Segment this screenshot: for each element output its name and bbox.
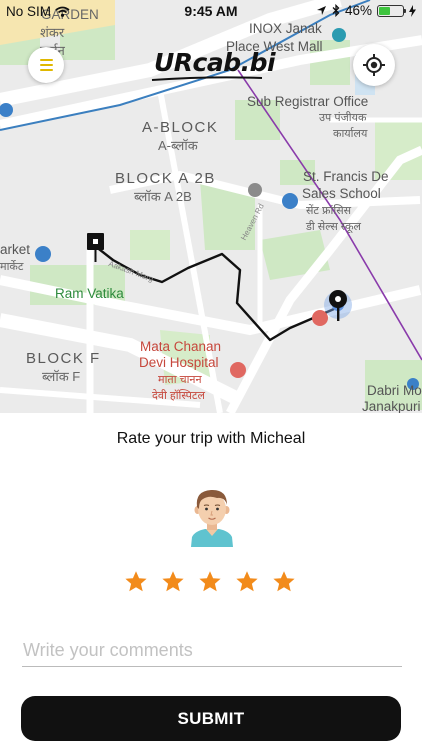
map-label-sub-registrar: Sub Registrar Office xyxy=(247,94,369,109)
menu-icon-line xyxy=(39,59,53,61)
map-label-mata-hi2: देवी हॉस्पिटल xyxy=(152,390,205,402)
map-label-st-francis-1: St. Francis De xyxy=(303,169,389,184)
rating-sheet: Rate your trip with Micheal Write your c… xyxy=(0,413,422,750)
submit-button[interactable]: SUBMIT xyxy=(21,696,401,741)
map-label-shankar-hi: शंकर xyxy=(40,25,65,40)
map-label-market: arket xyxy=(0,242,31,257)
map-label-janakpuri: Janakpuri So xyxy=(362,399,422,413)
menu-icon-line xyxy=(39,69,53,71)
crosshair-icon xyxy=(363,54,385,76)
map-label-sub-registrar-hi1: उप पंजीयक xyxy=(319,112,367,124)
map-label-block-a2b: BLOCK A 2B xyxy=(115,170,216,187)
map-label-mata-2: Devi Hospital xyxy=(139,355,219,370)
location-arrow-icon xyxy=(316,6,326,15)
driver-avatar-icon xyxy=(191,489,233,547)
trip-map[interactable]: GARDEN शंकर गार्डन INOX Janak Place West… xyxy=(0,0,422,413)
map-label-block-f: BLOCK F xyxy=(26,350,101,367)
map-label-st-francis-2: Sales School xyxy=(302,186,381,201)
map-label-ram-vatika: Ram Vatika xyxy=(55,286,124,301)
rating-title: Rate your trip with Micheal xyxy=(116,430,306,447)
app-logo: URcab.bi xyxy=(154,48,276,77)
menu-icon-line xyxy=(39,64,53,66)
locate-me-button[interactable] xyxy=(353,44,395,86)
map-label-market-hi: मार्केट xyxy=(0,261,24,273)
status-bar: No SIM 9:45 AM 46% xyxy=(0,0,422,24)
map-label-block-a2b-hi: ब्लॉक A 2B xyxy=(134,189,192,204)
rating-screen: GARDEN शंकर गार्डन INOX Janak Place West… xyxy=(0,0,422,750)
logo-underline-icon xyxy=(151,76,263,81)
star-rating[interactable] xyxy=(124,570,296,594)
map-label-block-f-hi: ब्लॉक F xyxy=(42,369,81,384)
star-icon[interactable] xyxy=(124,570,148,594)
map-label-a-block: A-BLOCK xyxy=(142,119,219,136)
pickup-marker-icon xyxy=(87,233,104,262)
status-right: 46% xyxy=(316,3,416,18)
map-label-a-block-hi: A-ब्लॉक xyxy=(158,138,198,153)
map-label-inox: INOX Janak xyxy=(249,21,322,36)
battery-icon xyxy=(377,4,406,17)
star-icon[interactable] xyxy=(235,570,259,594)
map-label-mata-hi1: माता चानन xyxy=(158,374,202,386)
star-icon[interactable] xyxy=(161,570,185,594)
comment-input[interactable] xyxy=(22,635,402,667)
battery-percent: 46% xyxy=(344,3,372,18)
map-label-st-francis-hi2: डी सेल्स स्कूल xyxy=(306,221,361,233)
star-icon[interactable] xyxy=(272,570,296,594)
map-label-st-francis-hi1: सेंट फ्रांसिस xyxy=(306,205,352,217)
bluetooth-icon xyxy=(332,4,340,17)
charging-bolt-icon xyxy=(409,4,416,17)
map-label-sub-registrar-hi2: कार्यालय xyxy=(333,128,368,140)
dropoff-marker-icon xyxy=(329,290,347,321)
map-label-mata-1: Mata Chanan xyxy=(140,339,222,354)
star-icon[interactable] xyxy=(198,570,222,594)
menu-button[interactable] xyxy=(28,47,64,83)
battery-fill xyxy=(379,6,390,15)
map-label-dabri: Dabri Mo xyxy=(367,383,422,398)
